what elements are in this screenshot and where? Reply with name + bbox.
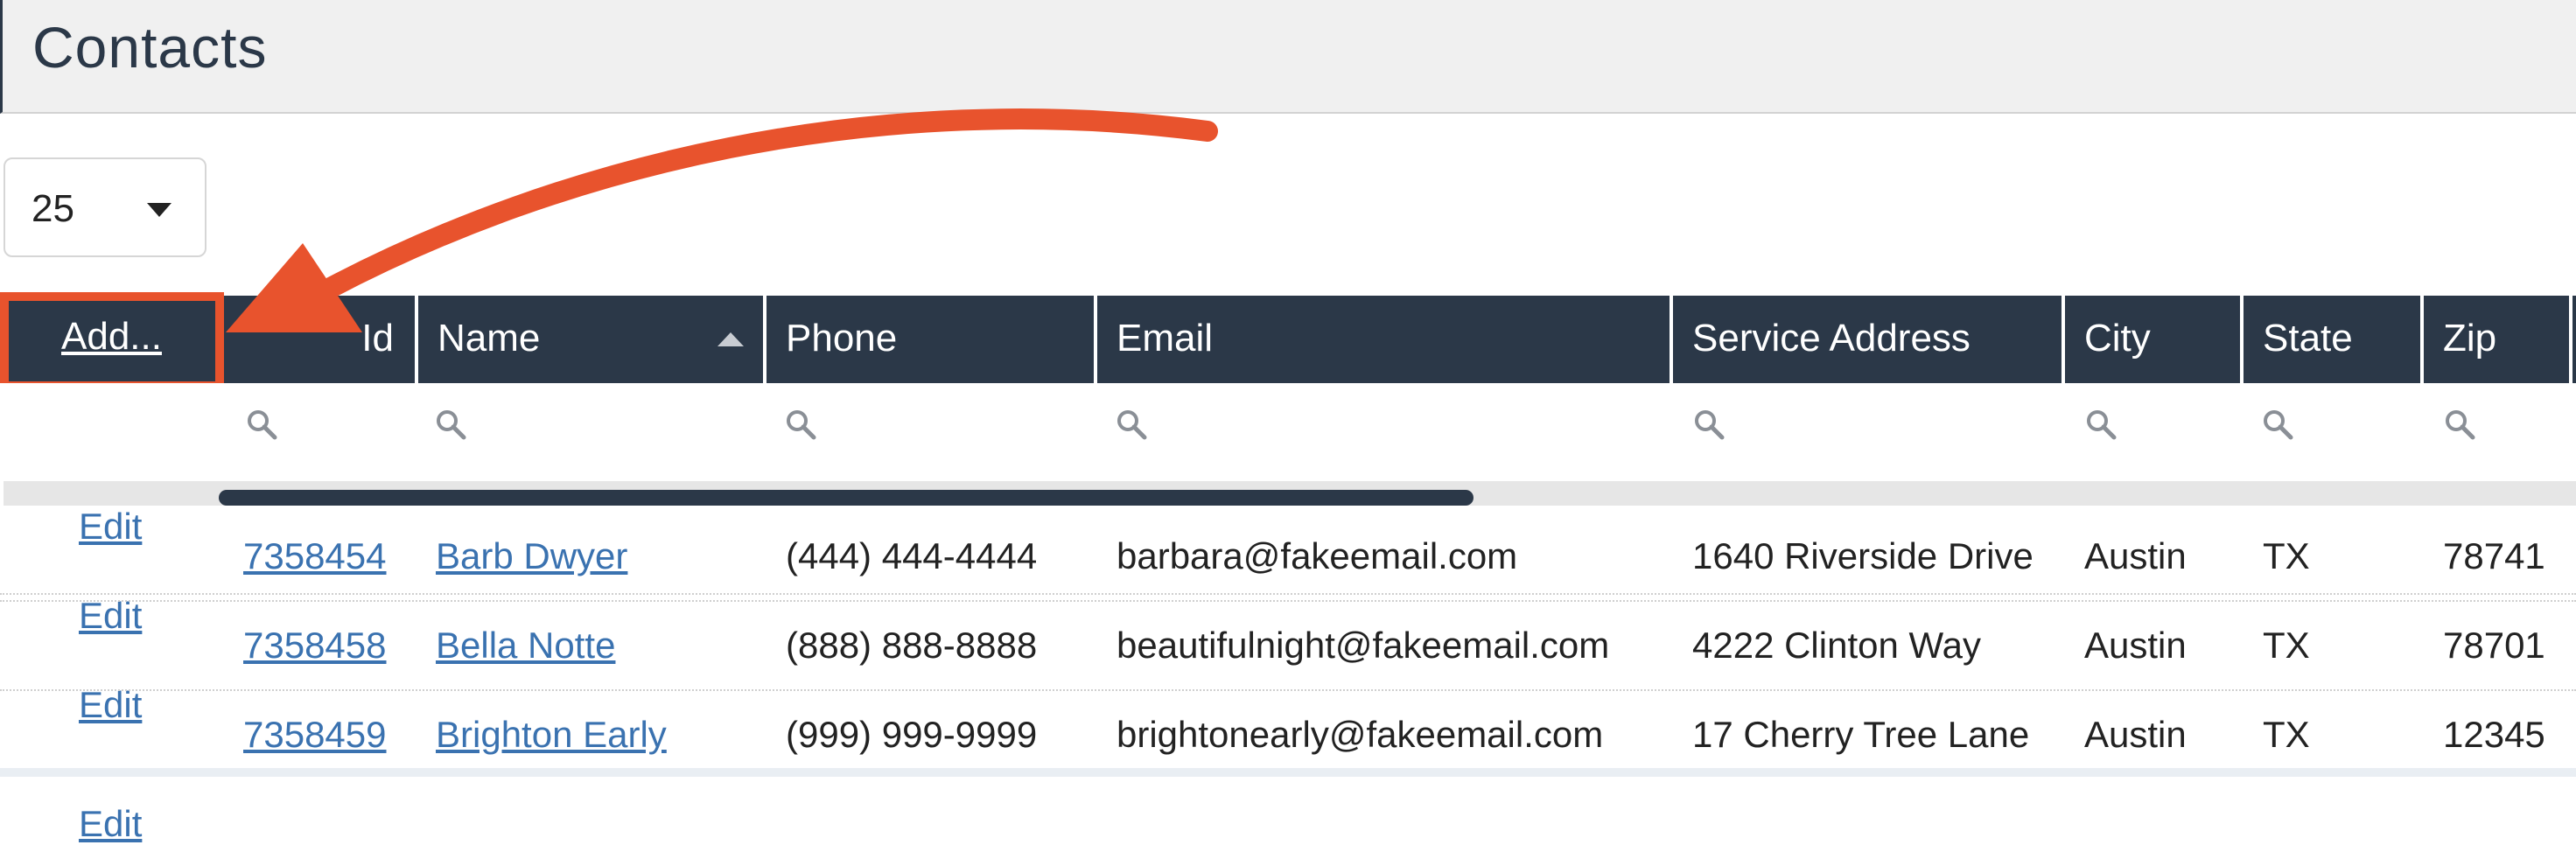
column-header-label: Email bbox=[1116, 317, 1214, 360]
column-header-state[interactable]: State bbox=[2244, 296, 2420, 383]
email-cell: beautifulnight@fakeemail.com bbox=[1116, 625, 1610, 666]
search-icon[interactable] bbox=[434, 408, 469, 443]
city-cell: Austin bbox=[2084, 625, 2187, 666]
page-size-value: 25 bbox=[32, 187, 74, 230]
search-icon[interactable] bbox=[2261, 408, 2296, 443]
column-header-city[interactable]: City bbox=[2065, 296, 2240, 383]
contact-id-link[interactable]: 7358454 bbox=[243, 535, 387, 577]
search-icon[interactable] bbox=[1115, 408, 1150, 443]
state-cell: TX bbox=[2263, 625, 2310, 666]
column-header-email[interactable]: Email bbox=[1097, 296, 1670, 383]
email-cell: brightonearly@fakeemail.com bbox=[1116, 714, 1604, 755]
zip-cell: 78701 bbox=[2443, 625, 2545, 666]
email-cell: barbara@fakeemail.com bbox=[1116, 535, 1518, 576]
state-cell: TX bbox=[2263, 535, 2310, 576]
city-cell: Austin bbox=[2084, 535, 2187, 576]
column-header-label: Id bbox=[361, 317, 394, 360]
column-header-label: Service Address bbox=[1692, 317, 1970, 360]
column-header-label: State bbox=[2263, 317, 2353, 360]
phone-cell: (999) 999-9999 bbox=[786, 714, 1038, 755]
zip-cell: 12345 bbox=[2443, 714, 2545, 755]
page-title: Contacts bbox=[32, 15, 268, 80]
column-header-overflow bbox=[2572, 296, 2576, 383]
phone-cell: (444) 444-4444 bbox=[786, 535, 1038, 576]
column-header-phone[interactable]: Phone bbox=[766, 296, 1094, 383]
header-row: Add... Id Name Phone Email Service Addre… bbox=[0, 292, 2576, 390]
search-icon[interactable] bbox=[1692, 408, 1727, 443]
column-header-label: Name bbox=[438, 317, 541, 360]
zip-cell: 78741 bbox=[2443, 535, 2545, 576]
column-header-service-address[interactable]: Service Address bbox=[1673, 296, 2062, 383]
contact-name-link[interactable]: Brighton Early bbox=[436, 714, 667, 756]
address-cell: 17 Cherry Tree Lane bbox=[1692, 714, 2030, 755]
column-header-label: Zip bbox=[2443, 317, 2497, 360]
title-bar: Contacts bbox=[0, 0, 2576, 114]
contact-id-link[interactable]: 7358458 bbox=[243, 625, 387, 667]
filter-row bbox=[0, 383, 2576, 471]
column-header-label: Phone bbox=[786, 317, 898, 360]
state-cell: TX bbox=[2263, 714, 2310, 755]
sort-ascending-icon bbox=[718, 332, 744, 346]
address-cell: 4222 Clinton Way bbox=[1692, 625, 1981, 666]
search-icon[interactable] bbox=[2443, 408, 2478, 443]
contact-name-link[interactable]: Bella Notte bbox=[436, 625, 615, 667]
search-icon[interactable] bbox=[245, 408, 280, 443]
horizontal-scrollbar-thumb[interactable] bbox=[219, 490, 1474, 506]
add-button[interactable]: Add... bbox=[0, 296, 222, 383]
city-cell: Austin bbox=[2084, 714, 2187, 755]
edit-link[interactable]: Edit bbox=[79, 803, 142, 845]
page-size-select[interactable]: 25 bbox=[4, 157, 206, 257]
column-header-label: City bbox=[2084, 317, 2151, 360]
column-header-name[interactable]: Name bbox=[418, 296, 763, 383]
phone-cell: (888) 888-8888 bbox=[786, 625, 1038, 666]
search-icon[interactable] bbox=[2084, 408, 2119, 443]
column-header-zip[interactable]: Zip bbox=[2424, 296, 2569, 383]
contact-name-link[interactable]: Barb Dwyer bbox=[436, 535, 627, 577]
caret-down-icon bbox=[147, 203, 172, 217]
add-button-label: Add... bbox=[61, 315, 162, 358]
address-cell: 1640 Riverside Drive bbox=[1692, 535, 2034, 576]
contact-id-link[interactable]: 7358459 bbox=[243, 714, 387, 756]
column-header-id[interactable]: Id bbox=[222, 296, 415, 383]
search-icon[interactable] bbox=[784, 408, 819, 443]
bottom-edge bbox=[0, 768, 2576, 777]
